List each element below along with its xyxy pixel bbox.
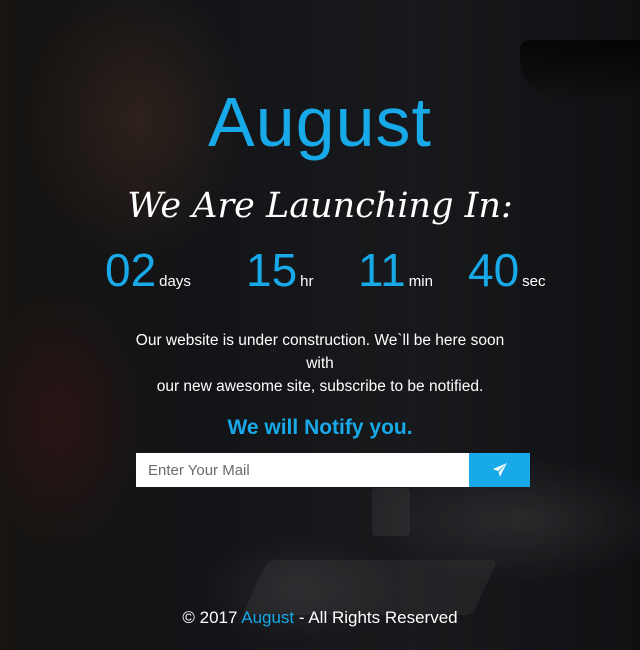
description-line-2: our new awesome site, subscribe to be no… [156,378,484,395]
countdown-hours-unit: hr [300,273,314,290]
countdown-hours: 15 hr [246,245,314,295]
countdown-days-value: 02 [105,244,157,296]
description-line-1: Our website is under construction. We`ll… [135,332,505,372]
countdown-days: 02 days [105,245,191,295]
coming-soon-content: August We Are Launching In: 02 days 15 hr … [0,0,640,650]
countdown-hours-value: 15 [246,244,298,296]
countdown-days-unit: days [159,273,191,290]
countdown-seconds-unit: sec [522,273,546,290]
paper-plane-icon [492,462,508,478]
launch-tagline: We Are Launching In: [127,186,513,226]
notify-heading: We will Notify you. [227,416,413,439]
countdown-seconds: 40 sec [468,245,546,295]
countdown-seconds-value: 40 [468,244,520,296]
copyright-suffix: - All Rights Reserved [294,608,458,627]
brand-title: August [208,83,432,161]
countdown-timer: 02 days 15 hr 11 min 40 sec [105,245,575,299]
subscribe-form [136,453,530,487]
footer-brand-link[interactable]: August [241,608,294,627]
copyright-prefix: © 2017 [182,608,242,627]
countdown-minutes-value: 11 [358,244,406,296]
footer-copyright: © 2017 August - All Rights Reserved [0,608,640,628]
countdown-minutes-unit: min [408,273,433,290]
construction-description: Our website is under construction. We`ll… [120,329,520,398]
email-input[interactable] [136,453,469,487]
countdown-minutes: 11 min [358,245,433,295]
subscribe-button[interactable] [469,453,530,487]
